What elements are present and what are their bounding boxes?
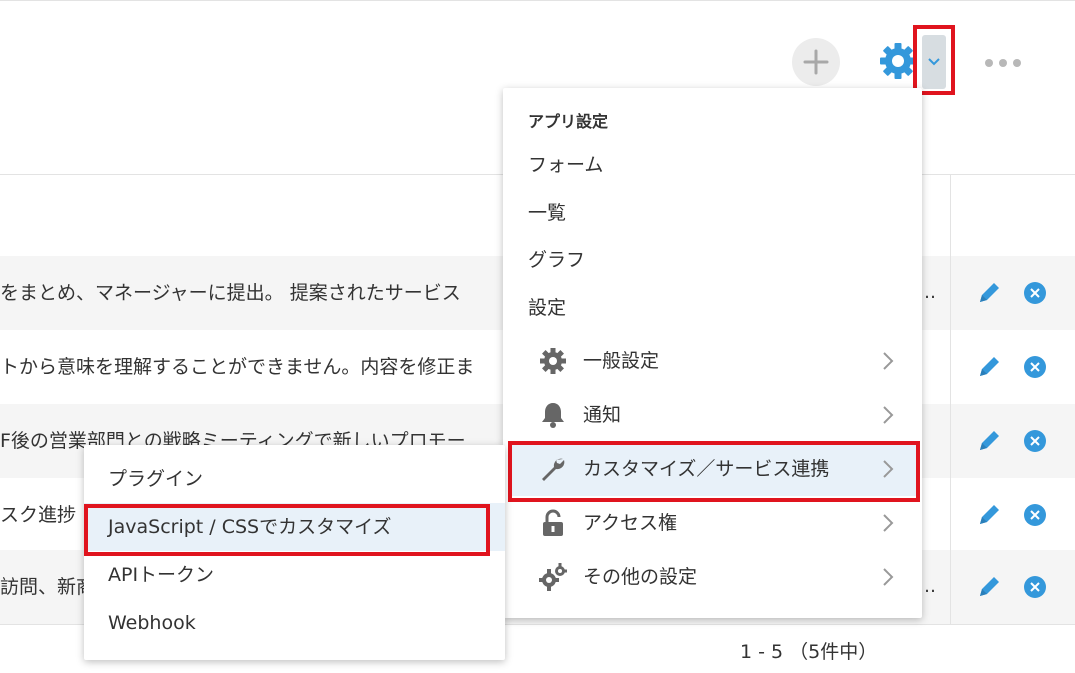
lock-icon xyxy=(543,509,563,536)
pencil-icon[interactable] xyxy=(976,354,1002,380)
ellipsis-dot xyxy=(1013,59,1021,67)
pencil-icon[interactable] xyxy=(976,502,1002,528)
menu-item-graph[interactable]: グラフ xyxy=(503,236,922,284)
menu-item-label: グラフ xyxy=(528,249,586,271)
pagination-label: 1 - 5 （5件中） xyxy=(740,641,878,663)
delete-button[interactable] xyxy=(1024,282,1046,304)
menu-item-general-settings[interactable]: 一般設定 xyxy=(511,334,916,388)
menu-item-access-rights[interactable]: アクセス権 xyxy=(511,496,916,550)
row-text: をまとめ、マネージャーに提出。 提案されたサービス xyxy=(0,282,461,304)
column-divider xyxy=(950,330,951,404)
menu-item-label: 通知 xyxy=(583,404,622,426)
chevron-right-icon xyxy=(883,406,894,424)
plus-icon xyxy=(803,49,829,75)
more-options-button[interactable] xyxy=(985,53,1035,73)
highlight-customize-item xyxy=(508,441,920,502)
menu-item-other-settings[interactable]: その他の設定 xyxy=(511,550,916,604)
close-icon xyxy=(1030,582,1040,592)
chevron-right-icon xyxy=(883,514,894,532)
menu-item-notifications[interactable]: 通知 xyxy=(511,388,916,442)
highlight-dropdown xyxy=(913,25,955,95)
gear-icon[interactable] xyxy=(878,41,918,81)
column-divider xyxy=(950,404,951,478)
submenu-item-plugins[interactable]: プラグイン xyxy=(84,455,505,503)
menu-item-label: フォーム xyxy=(528,154,604,176)
menu-item-label: 設定 xyxy=(528,297,567,319)
gears-icon xyxy=(539,563,567,591)
add-record-button[interactable] xyxy=(792,38,840,86)
ellipsis-dot xyxy=(999,59,1007,67)
pencil-icon[interactable] xyxy=(976,428,1002,454)
menu-item-list[interactable]: 一覧 xyxy=(503,189,922,237)
column-divider xyxy=(950,256,951,330)
submenu-item-label: Webhook xyxy=(108,612,196,634)
menu-item-label: その他の設定 xyxy=(583,566,698,588)
submenu-item-label: プラグイン xyxy=(108,468,204,490)
menu-item-label: アクセス権 xyxy=(583,512,678,534)
gear-icon xyxy=(540,348,566,374)
app-settings-menu: アプリ設定 フォーム 一覧 グラフ 設定 一般設定 通知 カスタマイズ／サービス… xyxy=(503,88,922,618)
column-divider xyxy=(950,175,951,256)
delete-button[interactable] xyxy=(1024,430,1046,452)
pencil-icon[interactable] xyxy=(976,574,1002,600)
close-icon xyxy=(1030,510,1040,520)
menu-item-settings: 設定 xyxy=(503,284,922,332)
chevron-right-icon xyxy=(883,352,894,370)
row-text: スク進捗 xyxy=(0,504,77,526)
submenu-item-webhook[interactable]: Webhook xyxy=(84,599,505,647)
menu-item-label: 一般設定 xyxy=(583,350,660,372)
submenu-item-api-token[interactable]: APIトークン xyxy=(84,551,505,599)
menu-item-label: 一覧 xyxy=(528,202,567,224)
row-text: トから意味を理解することができません。内容を修正ま xyxy=(0,356,475,378)
submenu-item-label: APIトークン xyxy=(108,564,215,586)
close-icon xyxy=(1030,436,1040,446)
pencil-icon[interactable] xyxy=(976,280,1002,306)
highlight-js-css-item xyxy=(84,504,490,556)
chevron-right-icon xyxy=(883,568,894,586)
delete-button[interactable] xyxy=(1024,356,1046,378)
menu-item-form[interactable]: フォーム xyxy=(503,141,922,189)
bell-icon xyxy=(542,403,564,428)
delete-button[interactable] xyxy=(1024,576,1046,598)
row-text: 訪問、新商 xyxy=(0,576,96,598)
close-icon xyxy=(1030,288,1040,298)
column-divider xyxy=(950,550,951,624)
close-icon xyxy=(1030,362,1040,372)
ellipsis-icon xyxy=(985,59,993,67)
menu-section-title: アプリ設定 xyxy=(528,112,609,131)
column-divider xyxy=(950,478,951,552)
delete-button[interactable] xyxy=(1024,504,1046,526)
